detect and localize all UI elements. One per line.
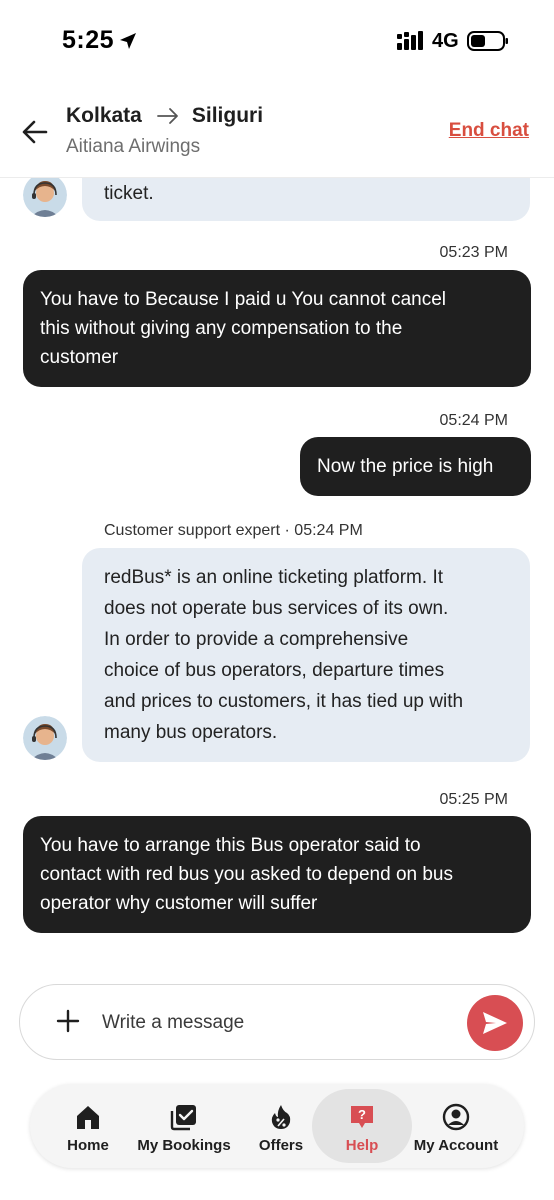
signal-icon — [397, 31, 423, 50]
sender-label: Customer support expert · 05:24 PM — [104, 522, 363, 539]
bookings-icon — [170, 1105, 196, 1131]
nav-label: Home — [67, 1137, 109, 1154]
account-icon — [442, 1103, 470, 1131]
message-outgoing: Now the price is high — [300, 437, 531, 496]
message-line: and prices to customers, it has tied up … — [104, 691, 464, 712]
status-bar: 5:25 4G — [0, 0, 554, 84]
plus-icon[interactable] — [56, 1009, 80, 1033]
message-timestamp: 05:24 PM — [439, 412, 508, 429]
location-arrow-icon — [120, 33, 136, 49]
message-line: redBus* is an online ticketing platform.… — [104, 567, 444, 588]
nav-help[interactable]: ? Help — [312, 1089, 412, 1163]
message-outgoing: You have to arrange this Bus operator sa… — [23, 816, 531, 933]
message-incoming: ticket. — [82, 178, 530, 221]
message-line: In order to provide a comprehensive — [104, 629, 409, 650]
nav-label: My Account — [413, 1137, 499, 1154]
message-line: does not operate bus services of its own… — [104, 598, 449, 619]
route-title: Kolkata Siliguri — [66, 104, 263, 128]
battery-icon — [467, 31, 508, 51]
message-timestamp: 05:23 PM — [439, 244, 508, 261]
message-incoming: redBus* is an online ticketing platform.… — [82, 548, 530, 762]
nav-my-bookings[interactable]: My Bookings — [134, 1084, 234, 1168]
message-outgoing: You have to Because I paid u You cannot … — [23, 270, 531, 387]
message-composer — [19, 984, 535, 1060]
message-text: ticket. — [104, 183, 154, 204]
message-line: Now the price is high — [317, 456, 494, 477]
message-line: customer — [40, 347, 119, 368]
origin-city: Kolkata — [66, 104, 142, 127]
chat-screen: 5:25 4G Kolkata Siliguri Aitiana Airwing… — [0, 0, 554, 1200]
operator-name: Aitiana Airwings — [66, 136, 201, 157]
network-type: 4G — [432, 30, 459, 52]
home-icon — [77, 1106, 99, 1129]
message-line: operator why customer will suffer — [40, 893, 318, 914]
chat-thread[interactable]: ticket. 05:23 PM You have to Because I p… — [0, 178, 554, 984]
message-line: You have to Because I paid u You cannot … — [40, 289, 447, 310]
nav-label: Offers — [258, 1137, 304, 1154]
svg-text:?: ? — [358, 1107, 366, 1122]
destination-city: Siliguri — [191, 104, 264, 127]
nav-offers[interactable]: Offers — [248, 1084, 314, 1168]
message-line: choice of bus operators, departure times — [104, 660, 445, 681]
nav-label: My Bookings — [137, 1137, 231, 1154]
message-input[interactable] — [102, 1009, 452, 1037]
offers-icon — [271, 1105, 291, 1129]
send-button[interactable] — [467, 995, 523, 1051]
nav-my-account[interactable]: My Account — [408, 1084, 504, 1168]
bottom-nav: Home My Bookings Offers ? Help My Accoun… — [30, 1084, 524, 1168]
help-icon: ? — [351, 1106, 373, 1128]
end-chat-link[interactable]: End chat — [449, 120, 529, 142]
message-line: You have to arrange this Bus operator sa… — [40, 835, 421, 856]
message-line: contact with red bus you asked to depend… — [40, 864, 453, 885]
chat-header: Kolkata Siliguri Aitiana Airwings End ch… — [0, 84, 554, 178]
message-timestamp: 05:25 PM — [439, 791, 508, 808]
message-line: this without giving any compensation to … — [40, 318, 403, 339]
nav-home[interactable]: Home — [54, 1084, 122, 1168]
agent-avatar — [23, 178, 67, 217]
nav-label: Help — [345, 1137, 379, 1154]
message-line: many bus operators. — [104, 722, 278, 743]
back-arrow-icon[interactable] — [20, 117, 50, 147]
send-icon — [483, 1012, 507, 1034]
route-arrow-icon — [156, 108, 178, 124]
agent-avatar — [23, 716, 67, 760]
status-time: 5:25 — [62, 26, 115, 54]
